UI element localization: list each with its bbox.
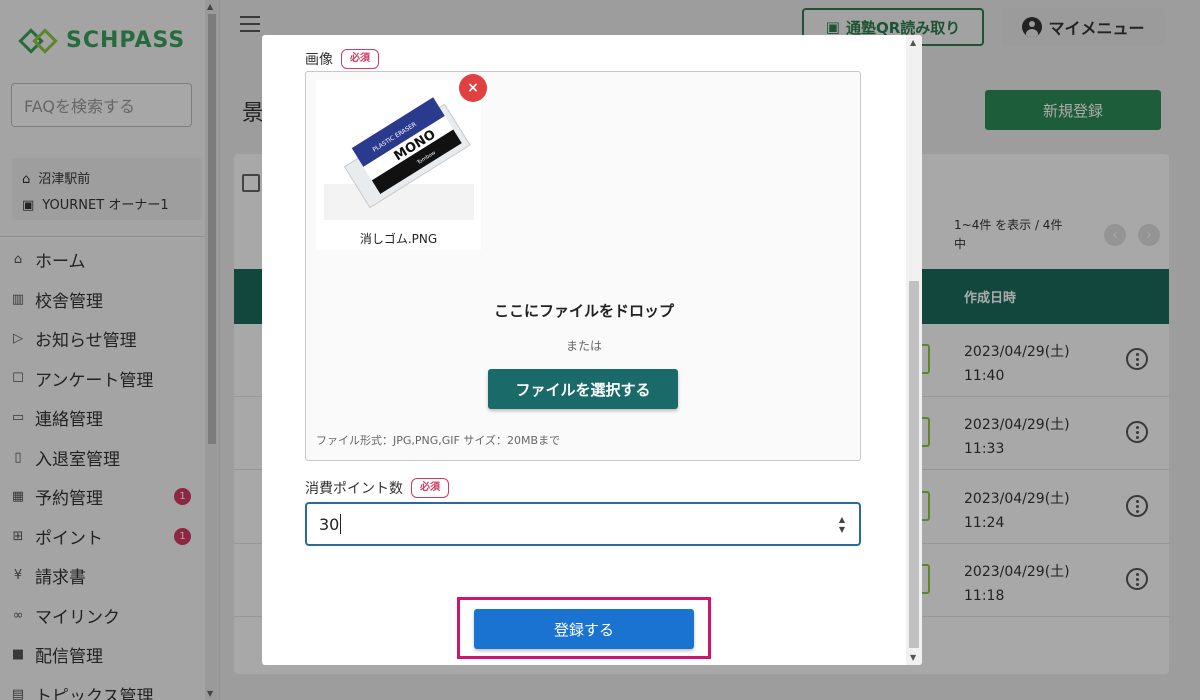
points-value: 30 xyxy=(319,514,340,534)
text-caret xyxy=(340,514,342,534)
file-dropzone[interactable]: MONO PLASTIC ERASER Tombow 消しゴム.PNG × ここ… xyxy=(305,71,861,461)
file-name: 消しゴム.PNG xyxy=(359,232,438,246)
submit-button[interactable]: 登録する xyxy=(474,609,694,649)
modal-scrollbar[interactable]: ▲ ▼ xyxy=(906,35,922,665)
drop-title: ここにファイルをドロップ xyxy=(493,302,674,320)
image-preview: MONO PLASTIC ERASER Tombow 消しゴム.PNG xyxy=(316,80,481,250)
increment-icon[interactable]: ▲ xyxy=(839,515,845,525)
image-label-text: 画像 xyxy=(305,52,333,68)
register-modal: 画像 必須 MONO PLASTIC ERASER Tombow 消しゴム.PN… xyxy=(262,35,922,665)
decrement-icon[interactable]: ▼ xyxy=(839,525,845,535)
scroll-down-icon[interactable]: ▼ xyxy=(910,653,916,662)
points-label-text: 消費ポイント数 xyxy=(305,481,403,497)
select-file-button[interactable]: ファイルを選択する xyxy=(488,369,678,409)
scrollbar-thumb[interactable] xyxy=(909,281,919,648)
submit-highlight: 登録する xyxy=(457,597,711,659)
image-field-label: 画像 必須 xyxy=(305,49,379,69)
number-stepper[interactable]: ▲ ▼ xyxy=(839,515,845,535)
required-badge: 必須 xyxy=(341,49,379,69)
file-format-hint: ファイル形式：JPG,PNG,GIF サイズ：20MBまで xyxy=(316,434,561,447)
close-icon: × xyxy=(467,80,479,96)
points-input[interactable]: 30 ▲ ▼ xyxy=(305,502,861,546)
points-field-label: 消費ポイント数 必須 xyxy=(305,478,449,498)
eraser-image: MONO PLASTIC ERASER Tombow xyxy=(324,84,474,220)
remove-file-button[interactable]: × xyxy=(459,74,487,102)
scroll-up-icon[interactable]: ▲ xyxy=(910,38,916,47)
drop-or-text: または xyxy=(565,339,602,353)
required-badge: 必須 xyxy=(411,478,449,498)
